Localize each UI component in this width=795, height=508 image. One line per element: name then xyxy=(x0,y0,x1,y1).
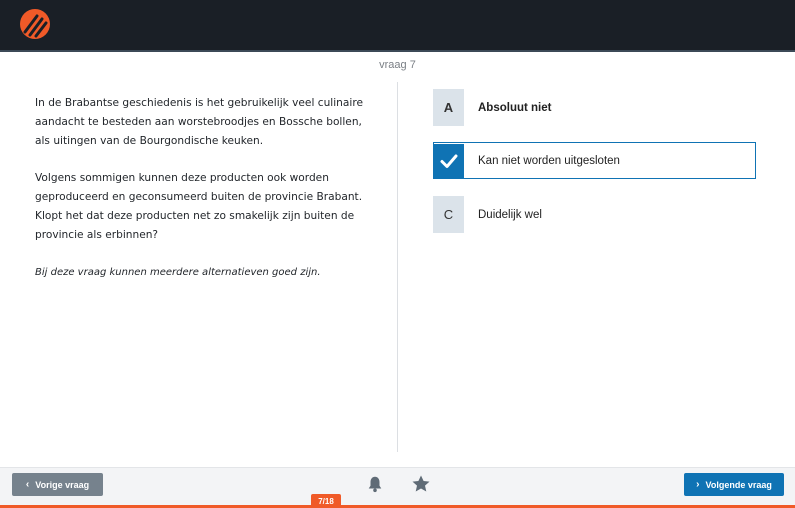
answer-option-a[interactable]: A Absoluut niet xyxy=(433,89,756,126)
question-note: Bij deze vraag kunnen meerdere alternati… xyxy=(35,267,321,278)
previous-question-label: Vorige vraag xyxy=(35,479,90,490)
answer-option-c[interactable]: C Duidelijk wel xyxy=(433,196,756,233)
option-label-b: Kan niet worden uitgesloten xyxy=(478,154,620,167)
chevron-left-icon: ‹ xyxy=(25,479,30,490)
checkmark-icon xyxy=(433,143,464,178)
next-question-label: Volgende vraag xyxy=(705,479,772,490)
previous-question-button[interactable]: ‹ Vorige vraag xyxy=(12,473,103,496)
next-question-button[interactable]: › Volgende vraag xyxy=(684,473,784,496)
chevron-right-icon: › xyxy=(696,479,700,490)
progress-badge: 7/18 xyxy=(311,494,341,508)
question-number: vraag 7 xyxy=(379,59,416,71)
question-paragraph-2: Volgens sommigen kunnen deze producten o… xyxy=(35,172,363,241)
brand-logo-icon xyxy=(20,9,50,39)
option-letter-c: C xyxy=(433,196,464,233)
question-paragraph-1: In de Brabantse geschiedenis is het gebr… xyxy=(35,97,363,147)
top-bar xyxy=(0,0,795,52)
question-text: In de Brabantse geschiedenis is het gebr… xyxy=(35,94,365,300)
answer-option-b[interactable]: Kan niet worden uitgesloten xyxy=(433,142,756,179)
footer-bar: ‹ Vorige vraag › Volgende vraag xyxy=(0,467,795,508)
option-label-c: Duidelijk wel xyxy=(478,208,542,221)
star-icon[interactable] xyxy=(411,474,431,494)
question-panel: vraag 7 In de Brabantse geschiedenis is … xyxy=(0,52,795,467)
panel-divider xyxy=(397,82,398,452)
option-letter-a: A xyxy=(433,89,464,126)
bell-icon[interactable] xyxy=(366,475,384,493)
option-label-a: Absoluut niet xyxy=(478,101,552,114)
